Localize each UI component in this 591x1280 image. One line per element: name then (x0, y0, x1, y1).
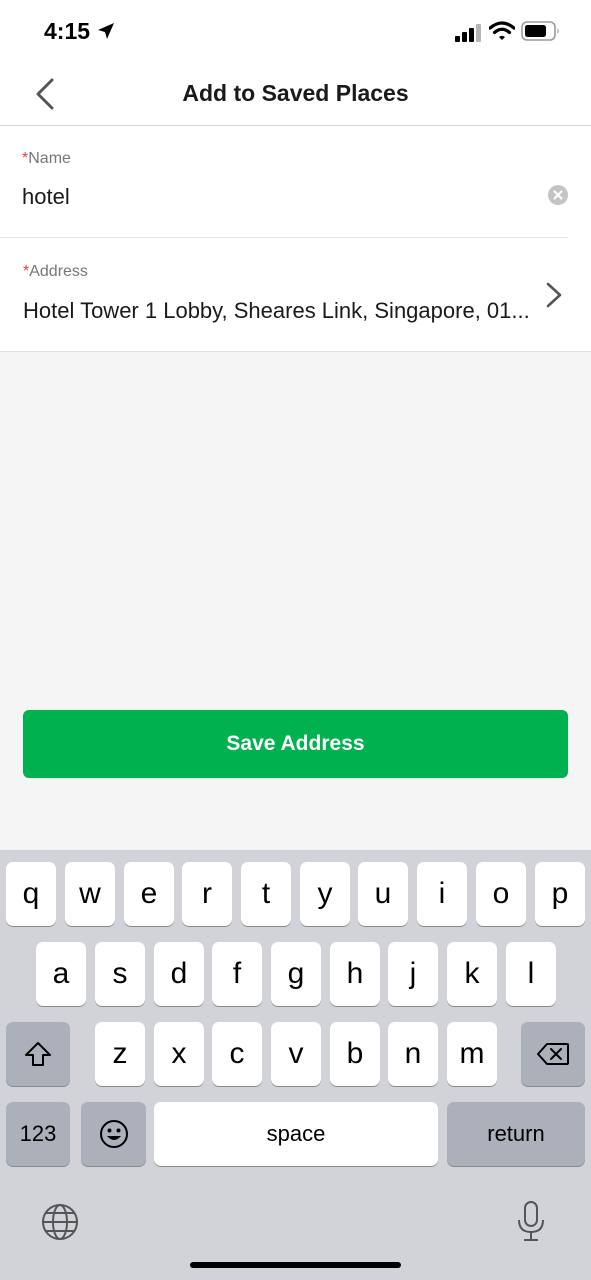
numbers-key[interactable]: 123 (6, 1102, 70, 1166)
key-a[interactable]: a (36, 942, 86, 1006)
key-r[interactable]: r (182, 862, 232, 926)
battery-icon (521, 21, 559, 41)
key-u[interactable]: u (358, 862, 408, 926)
key-i[interactable]: i (417, 862, 467, 926)
key-d[interactable]: d (154, 942, 204, 1006)
key-g[interactable]: g (271, 942, 321, 1006)
emoji-icon (99, 1120, 128, 1148)
shift-key[interactable] (6, 1022, 70, 1086)
page-title: Add to Saved Places (182, 80, 409, 106)
address-field[interactable]: Hotel Tower 1 Lobby, Sheares Link, Singa… (23, 298, 533, 324)
key-j[interactable]: j (388, 942, 438, 1006)
return-key[interactable]: return (447, 1102, 585, 1166)
key-w[interactable]: w (65, 862, 115, 926)
key-c[interactable]: c (212, 1022, 262, 1086)
key-n[interactable]: n (388, 1022, 438, 1086)
backspace-icon (537, 1043, 569, 1065)
name-label: *Name (22, 150, 71, 168)
key-q[interactable]: q (6, 862, 56, 926)
key-p[interactable]: p (535, 862, 585, 926)
save-address-button[interactable]: Save Address (23, 710, 568, 778)
key-f[interactable]: f (212, 942, 262, 1006)
shift-icon (25, 1042, 51, 1066)
backspace-key[interactable] (521, 1022, 585, 1086)
key-l[interactable]: l (506, 942, 556, 1006)
keyboard: q w e r t y u i o p a s d f g h j k l z … (0, 850, 591, 1280)
location-arrow-icon (98, 23, 114, 39)
key-y[interactable]: y (300, 862, 350, 926)
address-label: *Address (23, 263, 88, 281)
name-label-text: Name (28, 150, 71, 167)
clear-circle-icon (553, 190, 563, 200)
key-e[interactable]: e (124, 862, 174, 926)
space-key[interactable]: space (154, 1102, 438, 1166)
status-time: 4:15 (44, 18, 91, 44)
key-x[interactable]: x (154, 1022, 204, 1086)
address-label-text: Address (29, 263, 88, 280)
globe-icon[interactable] (41, 1203, 79, 1241)
place-form: *Name *Address Hotel Tower 1 Lobby, Shea… (0, 126, 591, 352)
name-input[interactable] (22, 182, 522, 212)
home-indicator (190, 1262, 401, 1268)
key-k[interactable]: k (447, 942, 497, 1006)
key-h[interactable]: h (330, 942, 380, 1006)
key-t[interactable]: t (241, 862, 291, 926)
microphone-icon[interactable] (516, 1200, 546, 1242)
field-divider (0, 237, 568, 238)
clear-name-button[interactable] (548, 185, 568, 205)
key-b[interactable]: b (330, 1022, 380, 1086)
chevron-right-icon[interactable] (543, 281, 565, 309)
key-z[interactable]: z (95, 1022, 145, 1086)
key-s[interactable]: s (95, 942, 145, 1006)
key-o[interactable]: o (476, 862, 526, 926)
status-bar: 4:15 (0, 0, 591, 62)
cellular-signal-icon (455, 24, 481, 42)
key-v[interactable]: v (271, 1022, 321, 1086)
key-m[interactable]: m (447, 1022, 497, 1086)
emoji-key[interactable] (81, 1102, 146, 1166)
wifi-icon (489, 21, 515, 40)
nav-bar: Add to Saved Places (0, 62, 591, 126)
